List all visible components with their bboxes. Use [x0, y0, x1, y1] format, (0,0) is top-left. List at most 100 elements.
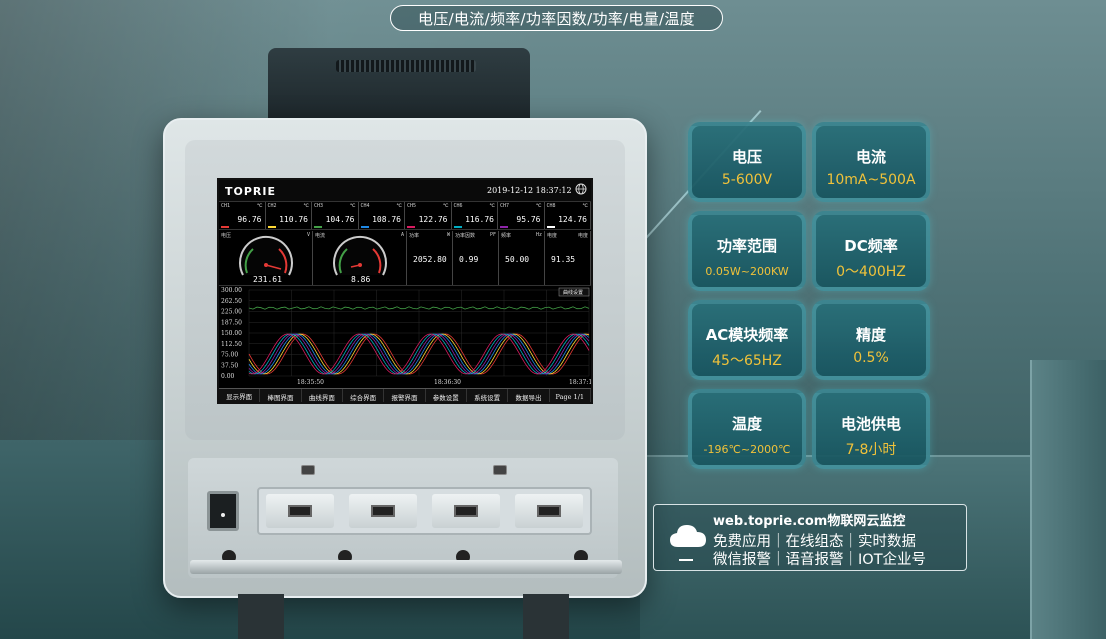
readout-label: 电度 [547, 233, 558, 239]
screen-tab[interactable]: 显示界面 [219, 389, 261, 402]
channel-color-bar [453, 226, 462, 228]
cloud-icon [670, 525, 706, 547]
panel-button-right[interactable] [493, 465, 507, 475]
voltage-value: 231.61 [253, 275, 282, 284]
readout-cell: 功率因数 PF 0.99 [453, 231, 499, 285]
screen-tab[interactable]: 数据导出 [508, 389, 550, 402]
y-tick-label: 262.50 [221, 298, 242, 305]
readout-group: 功率 W 2052.80 功率因数 PF 0.99 频率 Hz 50.00 电度 电度 91.35 [407, 231, 591, 285]
y-tick-label: 75.00 [221, 352, 238, 359]
readout-value: 91.35 [551, 255, 576, 264]
globe-icon [575, 183, 587, 198]
readout-value: 2052.80 [413, 255, 447, 264]
channel-cell: CH1 ℃ 96.76 [219, 202, 266, 229]
cloud-title[interactable]: web.toprie.com物联网云监控 [713, 510, 905, 529]
channel-cell: CH2 ℃ 110.76 [266, 202, 312, 229]
channel-color-bar [546, 226, 555, 228]
channel-color-bar [221, 226, 229, 228]
screen-tab[interactable]: 棒图界面 [260, 389, 302, 402]
y-tick-label: 37.50 [221, 362, 238, 369]
tile-value: 0.05W~200KW [705, 265, 789, 278]
screen-tab[interactable]: 参数设置 [426, 389, 467, 402]
channel-cell: CH8 ℃ 124.76 [545, 202, 591, 229]
screen-tab[interactable]: 综合界面 [343, 389, 385, 402]
channel-cell: CH6 ℃ 116.76 [452, 202, 498, 229]
channel-value: 108.76 [372, 215, 401, 224]
channel-value: 122.76 [418, 215, 448, 224]
channel-label: CH7 [500, 203, 510, 209]
screen-tab[interactable]: 报警界面 [384, 389, 426, 402]
tile-power-range: 功率范围 0.05W~200KW [688, 211, 806, 291]
usb-port[interactable] [453, 505, 478, 517]
channel-color-bar [267, 226, 276, 228]
tile-title: DC频率 [844, 237, 898, 255]
device-leg-left [238, 594, 284, 639]
screen-tab[interactable]: 曲线界面 [302, 389, 343, 402]
tile-temperature: 温度 -196℃~2000℃ [688, 389, 806, 469]
usb-port[interactable] [288, 505, 313, 517]
channel-cell: CH5 ℃ 122.76 [405, 202, 452, 229]
gauge-label: 电压 [221, 233, 232, 239]
channel-unit: ℃ [349, 203, 356, 209]
usb-port[interactable] [536, 505, 561, 517]
readout-unit: PF [489, 232, 496, 238]
device-leg-right [523, 594, 569, 639]
readout-label: 功率 [409, 233, 420, 239]
y-tick-label: 300.00 [221, 287, 242, 294]
channel-color-bar [314, 226, 322, 228]
screen-header: TOPRIE 2019-12-12 18:37:12 [219, 180, 591, 202]
tile-value: 0.5% [853, 350, 889, 366]
channel-unit: ℃ [535, 203, 542, 209]
channel-color-bar [407, 226, 415, 228]
usb-port[interactable] [371, 505, 396, 517]
channel-row: CH1 ℃ 96.76 CH2 ℃ 110.76 CH3 ℃ 104.76 CH4 ℃ 108.76 C… [219, 202, 591, 230]
usb-slot [349, 494, 418, 528]
x-tick-label: 18:37:10 [569, 379, 591, 386]
tile-value: 7-8小时 [845, 442, 897, 458]
channel-unit: ℃ [442, 203, 449, 209]
channel-unit: ℃ [256, 203, 263, 209]
readout-label: 功率因数 [455, 233, 476, 239]
gauge-unit: A [400, 232, 404, 238]
channel-label: CH1 [221, 203, 231, 209]
y-tick-label: 187.50 [221, 319, 242, 326]
channel-value: 110.76 [279, 215, 308, 224]
readout-cell: 电度 电度 91.35 [545, 231, 591, 285]
power-switch[interactable] [207, 491, 239, 531]
tile-title: 精度 [855, 326, 886, 344]
cloud-features-2: 微信报警｜语音报警｜IOT企业号 [713, 552, 927, 568]
tile-title: AC模块频率 [705, 326, 789, 344]
right-pillar [1030, 360, 1106, 639]
screen-tab[interactable]: Page 1/1 [550, 389, 591, 402]
channel-unit: ℃ [396, 203, 402, 209]
readout-unit: Hz [535, 232, 542, 238]
tile-value: -196℃~2000℃ [703, 443, 791, 456]
tile-accuracy: 精度 0.5% [812, 300, 930, 380]
channel-label: CH4 [360, 203, 370, 209]
readout-cell: 频率 Hz 50.00 [499, 231, 545, 285]
channel-value: 95.76 [516, 215, 541, 224]
gauge-unit: V [306, 232, 310, 238]
screen-tab[interactable]: 系统设置 [467, 389, 509, 402]
tile-battery: 电池供电 7-8小时 [812, 389, 930, 469]
x-tick-label: 18:35:50 [297, 379, 324, 386]
tile-title: 电压 [731, 148, 762, 166]
readout-value: 50.00 [505, 255, 530, 264]
channel-value: 116.76 [465, 215, 494, 224]
channel-value: 104.76 [325, 215, 355, 224]
tile-value: 5-600V [721, 172, 773, 188]
tile-ac-frequency: AC模块频率 45～65HZ [688, 300, 806, 380]
tile-title: 电流 [855, 148, 886, 166]
tile-value: 0～400HZ [836, 264, 906, 280]
tile-value: 45～65HZ [712, 353, 782, 369]
usb-slot [266, 494, 335, 528]
channel-cell: CH7 ℃ 95.76 [498, 202, 545, 229]
y-tick-label: 225.00 [221, 309, 242, 316]
feature-pill: 电压/电流/频率/功率因数/功率/电量/温度 [390, 5, 723, 31]
curve-settings-label: 曲线设置 [563, 289, 583, 296]
tile-title: 功率范围 [716, 237, 777, 255]
panel-button-left[interactable] [301, 465, 315, 475]
readout-unit: W [446, 232, 450, 238]
tile-value: 10mA~500A [826, 172, 916, 188]
y-tick-label: 112.50 [221, 341, 242, 348]
